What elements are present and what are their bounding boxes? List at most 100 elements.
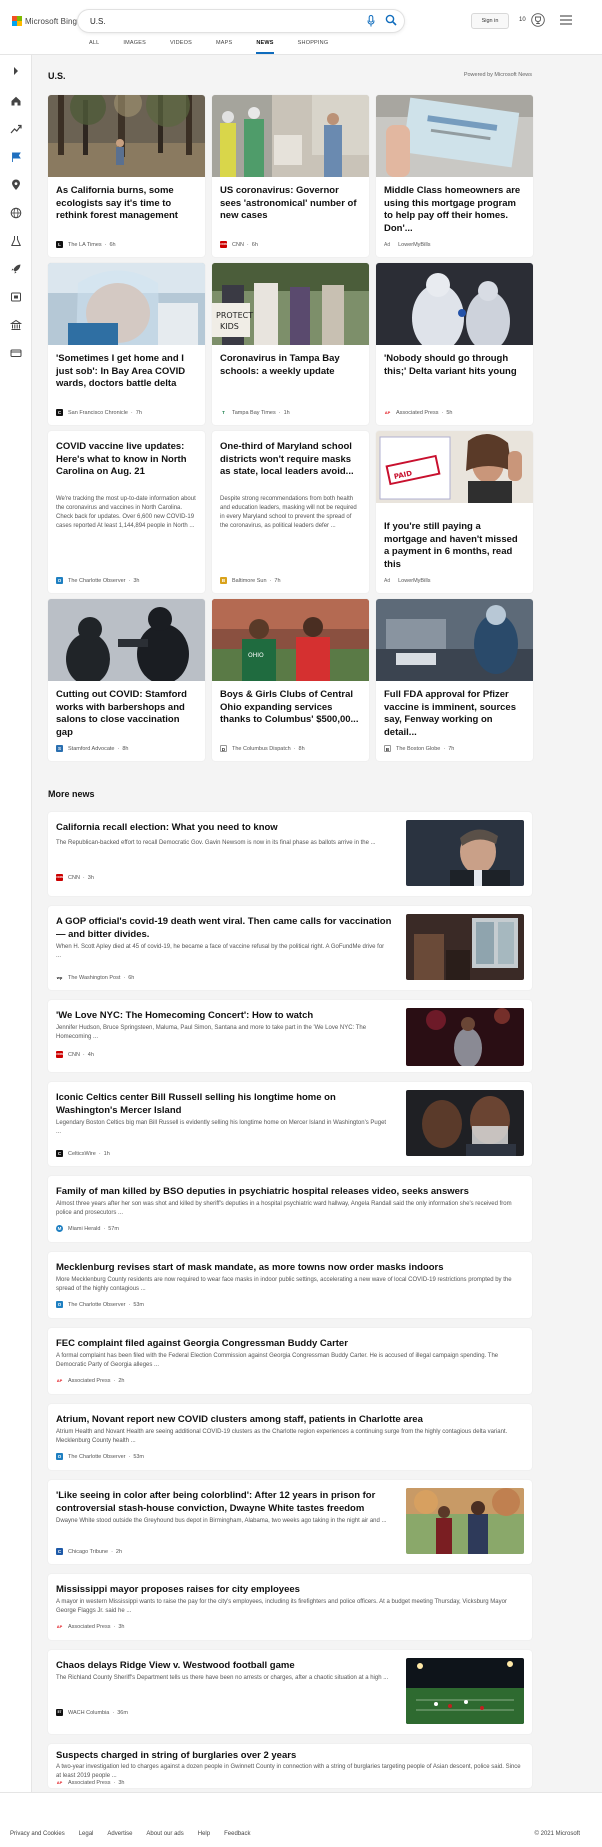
news-headline[interactable]: Suspects charged in string of burglaries… bbox=[56, 1749, 526, 1762]
news-list-item[interactable]: Atrium, Novant report new COVID clusters… bbox=[48, 1404, 532, 1470]
news-headline[interactable]: California recall election: What you nee… bbox=[56, 821, 396, 834]
expand-arrow-icon[interactable] bbox=[10, 65, 22, 77]
news-source[interactable]: C CelticsWire · 1h bbox=[56, 1150, 110, 1157]
news-headline[interactable]: Family of man killed by BSO deputies in … bbox=[56, 1185, 526, 1198]
news-source[interactable]: M Miami Herald · 57m bbox=[56, 1225, 119, 1232]
bing-logo[interactable]: Microsoft Bing bbox=[12, 16, 77, 26]
card-source[interactable]: CNN CNN · 6h bbox=[220, 241, 258, 248]
card-headline[interactable]: 'Sometimes I get home and I just sob': I… bbox=[56, 353, 197, 391]
news-source[interactable]: wp The Washington Post · 6h bbox=[56, 974, 134, 981]
globe-icon[interactable] bbox=[10, 207, 22, 219]
news-headline[interactable]: Mecklenburg revises start of mask mandat… bbox=[56, 1261, 526, 1274]
news-list-item[interactable]: California recall election: What you nee… bbox=[48, 812, 532, 896]
ad-card[interactable]: PAID If you're still paying a mortgage a… bbox=[376, 431, 533, 593]
card-headline[interactable]: Coronavirus in Tampa Bay schools: a week… bbox=[220, 353, 361, 378]
card-source[interactable]: S Stamford Advocate · 8h bbox=[56, 745, 128, 752]
news-list-item[interactable]: Iconic Celtics center Bill Russell selli… bbox=[48, 1082, 532, 1166]
card-source[interactable]: D The Columbus Dispatch · 8h bbox=[220, 745, 305, 752]
card-source[interactable]: O The Charlotte Observer · 3h bbox=[56, 577, 139, 584]
card-headline[interactable]: Cutting out COVID: Stamford works with b… bbox=[56, 689, 197, 739]
card-headline[interactable]: 'Nobody should go through this;' Delta v… bbox=[384, 353, 525, 378]
tab-videos[interactable]: VIDEOS bbox=[170, 40, 192, 54]
card-headline[interactable]: COVID vaccine live updates: Here's what … bbox=[56, 441, 197, 479]
news-headline[interactable]: Chaos delays Ridge View v. Westwood foot… bbox=[56, 1659, 396, 1672]
home-icon[interactable] bbox=[10, 95, 22, 107]
news-list-item[interactable]: Family of man killed by BSO deputies in … bbox=[48, 1176, 532, 1242]
news-source[interactable]: O The Charlotte Observer · 53m bbox=[56, 1453, 144, 1460]
sign-in-button[interactable]: Sign in bbox=[471, 13, 509, 29]
news-headline[interactable]: 'We Love NYC: The Homecoming Concert': H… bbox=[56, 1009, 396, 1022]
search-input[interactable] bbox=[90, 14, 340, 28]
card-source[interactable]: Ad LowerMyBills bbox=[384, 242, 431, 248]
rocket-icon[interactable] bbox=[10, 263, 22, 275]
news-list-item[interactable]: 'We Love NYC: The Homecoming Concert': H… bbox=[48, 1000, 532, 1072]
card-headline[interactable]: If you're still paying a mortgage and ha… bbox=[384, 521, 525, 571]
card-headline[interactable]: Boys & Girls Clubs of Central Ohio expan… bbox=[220, 689, 361, 727]
news-card[interactable]: Cutting out COVID: Stamford works with b… bbox=[48, 599, 205, 761]
rewards-count[interactable]: 10 bbox=[519, 17, 526, 23]
footer-link-privacy[interactable]: Privacy and Cookies bbox=[10, 1831, 65, 1837]
card-headline[interactable]: One-third of Maryland school districts w… bbox=[220, 441, 361, 479]
location-pin-icon[interactable] bbox=[10, 179, 22, 191]
microphone-icon[interactable] bbox=[367, 15, 375, 27]
news-card[interactable]: One-third of Maryland school districts w… bbox=[212, 431, 369, 593]
news-source[interactable]: AP Associated Press · 2h bbox=[56, 1377, 124, 1384]
news-card[interactable]: OHIO Boys & Girls Clubs of Central Ohio … bbox=[212, 599, 369, 761]
news-list-item[interactable]: Chaos delays Ridge View v. Westwood foot… bbox=[48, 1650, 532, 1734]
politics-building-icon[interactable] bbox=[10, 319, 22, 331]
card-headline[interactable]: Middle Class homeowners are using this m… bbox=[384, 185, 525, 235]
news-source[interactable]: 57 WACH Columbia · 36m bbox=[56, 1709, 128, 1716]
tab-shopping[interactable]: SHOPPING bbox=[298, 40, 329, 54]
news-card[interactable]: 'Nobody should go through this;' Delta v… bbox=[376, 263, 533, 425]
news-headline[interactable]: FEC complaint filed against Georgia Cong… bbox=[56, 1337, 526, 1350]
money-icon[interactable] bbox=[10, 347, 22, 359]
card-source[interactable]: C San Francisco Chronicle · 7h bbox=[56, 409, 142, 416]
footer-link-help[interactable]: Help bbox=[198, 1831, 210, 1837]
news-source[interactable]: CNN CNN · 4h bbox=[56, 1051, 94, 1058]
news-headline[interactable]: 'Like seeing in color after being colorb… bbox=[56, 1489, 376, 1515]
card-source[interactable]: B The Boston Globe · 7h bbox=[384, 745, 454, 752]
trending-icon[interactable] bbox=[10, 123, 22, 135]
footer-link-about-ads[interactable]: About our ads bbox=[146, 1831, 183, 1837]
news-source[interactable]: CNN CNN · 3h bbox=[56, 874, 94, 881]
news-card[interactable]: US coronavirus: Governor sees 'astronomi… bbox=[212, 95, 369, 257]
news-headline[interactable]: Iconic Celtics center Bill Russell selli… bbox=[56, 1091, 386, 1117]
news-card[interactable]: As California burns, some ecologists say… bbox=[48, 95, 205, 257]
rewards-trophy-icon[interactable] bbox=[531, 13, 545, 27]
ad-card[interactable]: Middle Class homeowners are using this m… bbox=[376, 95, 533, 257]
news-card[interactable]: PROTECT KIDS Coronavirus in Tampa Bay sc… bbox=[212, 263, 369, 425]
news-source[interactable]: AP Associated Press · 3h bbox=[56, 1779, 124, 1786]
card-source[interactable]: AP Associated Press · 5h bbox=[384, 409, 452, 416]
news-list-item[interactable]: FEC complaint filed against Georgia Cong… bbox=[48, 1328, 532, 1394]
news-card[interactable]: COVID vaccine live updates: Here's what … bbox=[48, 431, 205, 593]
card-headline[interactable]: As California burns, some ecologists say… bbox=[56, 185, 197, 223]
news-headline[interactable]: A GOP official's covid-19 death went vir… bbox=[56, 915, 401, 941]
card-source[interactable]: B Baltimore Sun · 7h bbox=[220, 577, 281, 584]
tab-news[interactable]: NEWS bbox=[256, 40, 274, 54]
card-headline[interactable]: Full FDA approval for Pfizer vaccine is … bbox=[384, 689, 525, 739]
science-flask-icon[interactable] bbox=[10, 235, 22, 247]
hamburger-menu-icon[interactable] bbox=[560, 15, 572, 25]
footer-link-feedback[interactable]: Feedback bbox=[224, 1831, 250, 1837]
card-source[interactable]: T Tampa Bay Times · 1h bbox=[220, 409, 290, 416]
footer-link-legal[interactable]: Legal bbox=[79, 1831, 94, 1837]
news-card[interactable]: Full FDA approval for Pfizer vaccine is … bbox=[376, 599, 533, 761]
news-source[interactable]: O The Charlotte Observer · 53m bbox=[56, 1301, 144, 1308]
search-icon[interactable] bbox=[385, 14, 397, 26]
news-list-item[interactable]: Suspects charged in string of burglaries… bbox=[48, 1744, 532, 1788]
tab-all[interactable]: ALL bbox=[89, 40, 99, 54]
news-card[interactable]: 'Sometimes I get home and I just sob': I… bbox=[48, 263, 205, 425]
card-source[interactable]: L The LA Times · 6h bbox=[56, 241, 116, 248]
news-list-item[interactable]: Mississippi mayor proposes raises for ci… bbox=[48, 1574, 532, 1640]
tab-maps[interactable]: MAPS bbox=[216, 40, 232, 54]
news-list-item[interactable]: 'Like seeing in color after being colorb… bbox=[48, 1480, 532, 1564]
tab-images[interactable]: IMAGES bbox=[123, 40, 146, 54]
news-source[interactable]: AP Associated Press · 3h bbox=[56, 1623, 124, 1630]
news-headline[interactable]: Atrium, Novant report new COVID clusters… bbox=[56, 1413, 526, 1426]
news-list-item[interactable]: Mecklenburg revises start of mask mandat… bbox=[48, 1252, 532, 1318]
card-headline[interactable]: US coronavirus: Governor sees 'astronomi… bbox=[220, 185, 361, 223]
entertainment-icon[interactable] bbox=[10, 291, 22, 303]
news-list-item[interactable]: A GOP official's covid-19 death went vir… bbox=[48, 906, 532, 990]
card-source[interactable]: Ad LowerMyBills bbox=[384, 578, 431, 584]
us-flag-icon[interactable] bbox=[10, 151, 22, 163]
